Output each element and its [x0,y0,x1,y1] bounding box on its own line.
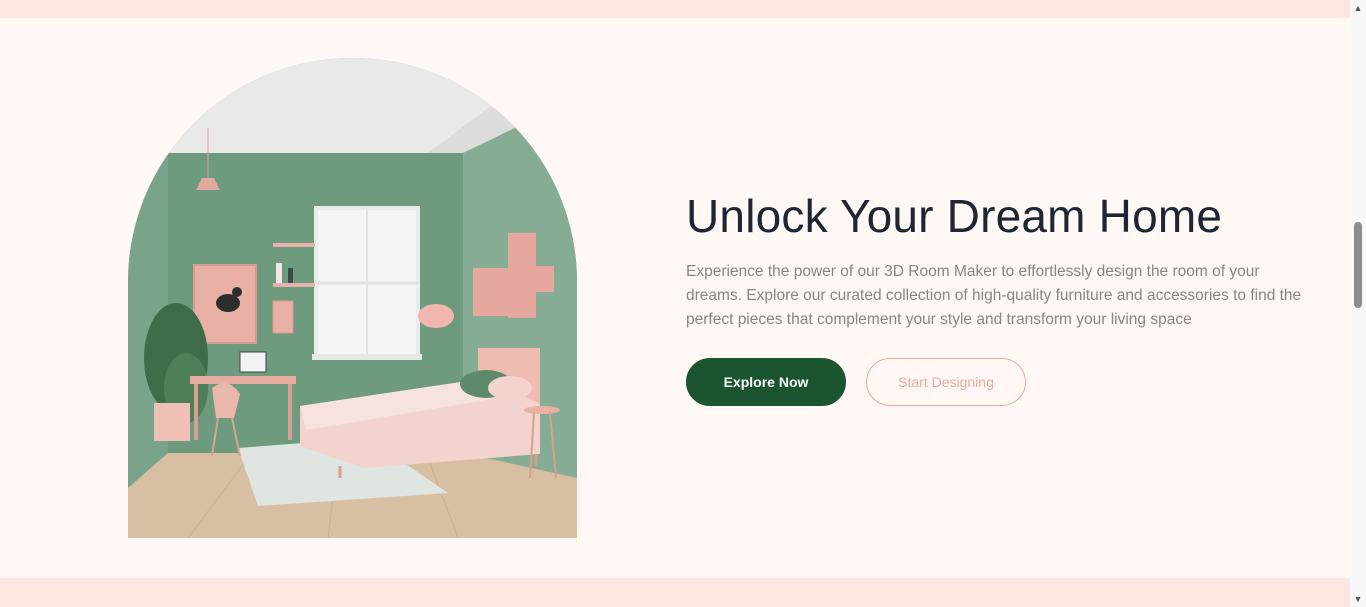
scrollbar-thumb[interactable] [1354,222,1362,308]
triangle-down-icon[interactable]: ▼ [1350,591,1366,607]
page: Unlock Your Dream Home Experience the po… [0,0,1366,607]
hero-description: Experience the power of our 3D Room Make… [686,263,1302,328]
hero-text-block: Unlock Your Dream Home Experience the po… [686,186,1316,332]
hero-bedroom-image [128,58,577,538]
top-section-band [0,0,1350,18]
hero-title: Unlock Your Dream Home [686,190,1223,242]
explore-now-button[interactable]: Explore Now [686,358,846,406]
bottom-section-band [0,578,1350,607]
hero-button-group: Explore Now Start Designing [686,358,1026,406]
start-designing-button[interactable]: Start Designing [866,358,1026,406]
triangle-up-icon[interactable]: ▲ [1350,0,1366,16]
vertical-scrollbar[interactable]: ▲ ▼ [1350,0,1366,607]
